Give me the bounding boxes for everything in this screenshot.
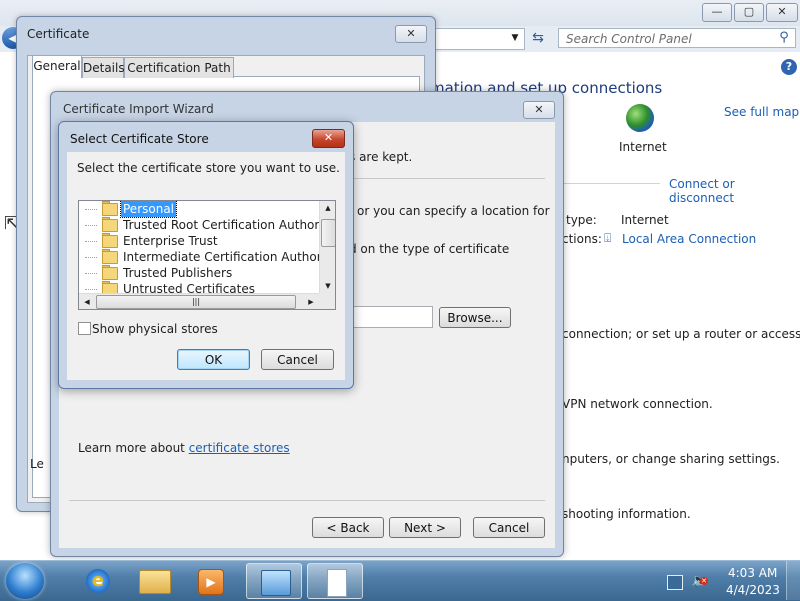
next-button[interactable]: Next > <box>389 517 461 538</box>
tab-general[interactable]: General <box>32 55 82 78</box>
tree-item-label: Enterprise Trust <box>123 234 218 248</box>
tree-item-label: Trusted Root Certification Authorities <box>123 218 336 232</box>
divider <box>69 500 545 501</box>
search-icon[interactable]: ⚲ <box>776 30 792 46</box>
maximize-button[interactable]: ▢ <box>734 3 764 22</box>
tree-item-personal[interactable]: Personal <box>79 201 319 218</box>
taskbar-document[interactable] <box>307 563 363 599</box>
task-description: VPN network connection. <box>562 397 713 411</box>
search-input[interactable]: Search Control Panel <box>558 28 796 48</box>
taskbar-media-player[interactable]: ▶ <box>182 563 238 599</box>
truncated-link: Le <box>30 457 44 471</box>
taskbar-internet-explorer[interactable]: e <box>70 563 126 599</box>
connect-or-disconnect-link[interactable]: Connect or disconnect <box>669 177 800 205</box>
browse-button[interactable]: Browse... <box>439 307 511 328</box>
back-button[interactable]: < Back <box>312 517 384 538</box>
horizontal-scrollbar[interactable]: ◀ ||| ▶ <box>79 293 319 309</box>
scroll-up-icon[interactable]: ▲ <box>322 202 334 214</box>
certificate-stores-link[interactable]: certificate stores <box>189 441 290 455</box>
description-text: s are kept. <box>349 150 413 164</box>
vertical-scrollbar[interactable]: ▲ ▼ <box>319 201 335 293</box>
folder-icon <box>102 267 118 280</box>
tree-item-enterprise-trust[interactable]: Enterprise Trust <box>79 233 319 249</box>
scroll-down-icon[interactable]: ▼ <box>322 280 334 292</box>
learn-more-text: Learn more about certificate stores <box>78 441 290 455</box>
window-title: Certificate Import Wizard <box>63 102 214 116</box>
clock-date[interactable]: 4/4/2023 <box>726 583 780 597</box>
task-description: connection; or set up a router or access <box>562 327 800 341</box>
folder-icon <box>102 235 118 248</box>
window-title: Certificate <box>27 27 90 41</box>
folder-icon <box>102 283 118 293</box>
cancel-button[interactable]: Cancel <box>261 349 334 370</box>
muted-icon: ✕ <box>700 577 708 585</box>
dialog-title: Select Certificate Store <box>70 132 209 146</box>
folder-icon <box>102 203 118 216</box>
close-button[interactable]: ✕ <box>312 129 345 148</box>
ok-button[interactable]: OK <box>177 349 250 370</box>
chevron-down-icon[interactable]: ▼ <box>508 28 522 48</box>
taskbar-windows-explorer[interactable] <box>126 563 182 599</box>
description-text: d on the type of certificate <box>349 242 510 256</box>
local-area-connection-link[interactable]: Local Area Connection <box>622 232 756 246</box>
select-certificate-store-dialog: Select Certificate Store ✕ Select the ce… <box>58 121 354 389</box>
help-icon[interactable]: ? <box>781 59 797 75</box>
close-button[interactable]: ✕ <box>766 3 798 22</box>
connections-label: ctions: <box>562 232 602 246</box>
minimize-button[interactable]: — <box>702 3 732 22</box>
cancel-button[interactable]: Cancel <box>473 517 545 538</box>
folder-icon <box>102 219 118 232</box>
internet-label: Internet <box>619 140 667 154</box>
tree-item-label: Untrusted Certificates <box>123 282 255 293</box>
tree-item-label: Intermediate Certification Authorities <box>123 250 336 264</box>
internet-explorer-icon: e <box>86 569 110 593</box>
start-button[interactable] <box>6 563 44 599</box>
description-text: or you can specify a location for <box>357 204 550 218</box>
network-tray-icon[interactable] <box>667 575 683 590</box>
show-physical-stores-checkbox[interactable] <box>78 322 91 335</box>
folder-icon <box>102 251 118 264</box>
tab-certification-path[interactable]: Certification Path <box>124 57 234 78</box>
refresh-icon[interactable]: ⇆ <box>528 28 548 48</box>
see-full-map-link[interactable]: See full map <box>724 105 799 119</box>
scroll-thumb[interactable] <box>321 219 335 247</box>
scroll-thumb[interactable]: ||| <box>96 295 296 309</box>
task-description: nputers, or change sharing settings. <box>562 452 780 466</box>
certificate-store-tree[interactable]: Personal Trusted Root Certification Auth… <box>78 200 336 310</box>
tree-item-trusted-root[interactable]: Trusted Root Certification Authorities <box>79 217 335 233</box>
control-panel-icon <box>261 570 291 596</box>
show-desktop-button[interactable] <box>786 561 800 600</box>
folder-icon <box>139 570 171 594</box>
scroll-corner <box>319 293 335 309</box>
divider <box>560 183 660 184</box>
close-button[interactable]: ✕ <box>523 101 555 119</box>
tree-item-trusted-publishers[interactable]: Trusted Publishers <box>79 265 319 281</box>
taskbar-control-panel[interactable] <box>246 563 302 599</box>
media-player-icon: ▶ <box>198 569 224 595</box>
globe-icon <box>626 104 654 132</box>
tab-details[interactable]: Details <box>82 57 125 78</box>
close-button[interactable]: ✕ <box>395 25 427 43</box>
tree-item-intermediate[interactable]: Intermediate Certification Authorities <box>79 249 335 265</box>
scroll-left-icon[interactable]: ◀ <box>81 296 93 308</box>
clock-time[interactable]: 4:03 AM <box>728 566 777 580</box>
document-icon <box>327 569 347 597</box>
tree-item-label: Personal <box>119 201 178 218</box>
access-type-label: type: <box>566 213 597 227</box>
access-type-value: Internet <box>621 213 669 227</box>
network-adapter-icon: ⍗ <box>604 231 612 245</box>
show-physical-stores-label[interactable]: Show physical stores <box>92 322 218 336</box>
dialog-body: Select the certificate store you want to… <box>67 152 345 380</box>
learn-more-prefix: Learn more about <box>78 441 189 455</box>
tree-item-label: Trusted Publishers <box>123 266 233 280</box>
scroll-right-icon[interactable]: ▶ <box>305 296 317 308</box>
tree-item-untrusted[interactable]: Untrusted Certificates <box>79 281 319 293</box>
instruction-text: Select the certificate store you want to… <box>77 161 340 175</box>
task-description: shooting information. <box>562 507 691 521</box>
